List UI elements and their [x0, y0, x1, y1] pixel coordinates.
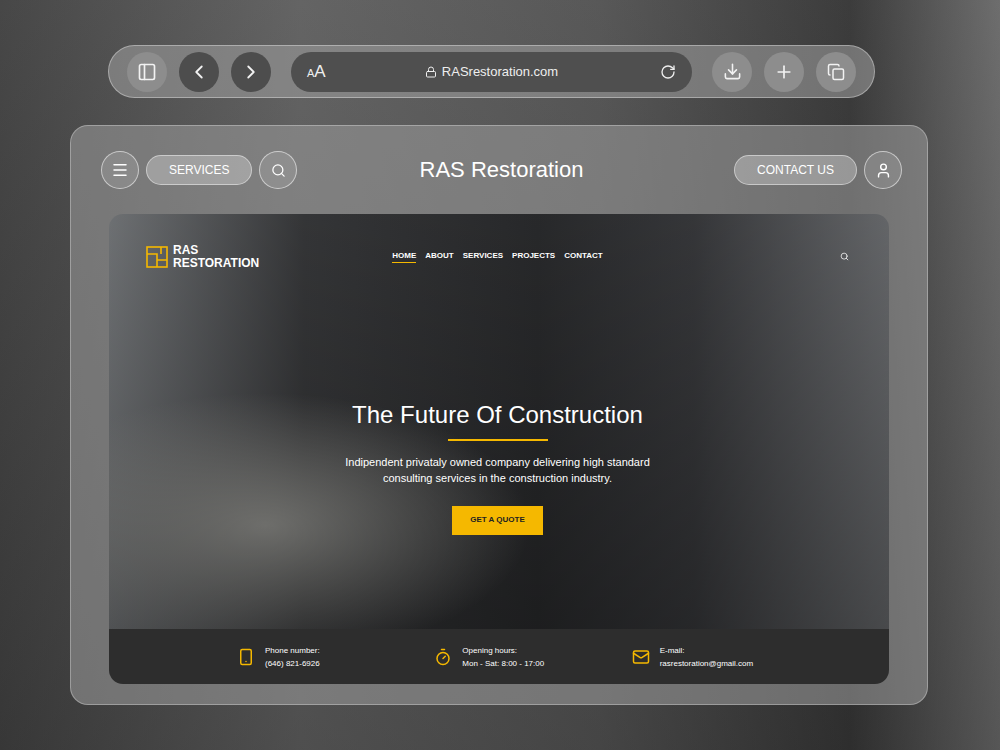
download-button[interactable] [712, 52, 752, 92]
nav-item[interactable]: PROJECTS [512, 251, 555, 263]
site-search-button[interactable] [840, 252, 849, 261]
tabs-button[interactable] [816, 52, 856, 92]
new-tab-button[interactable] [764, 52, 804, 92]
chevron-left-icon [188, 61, 210, 83]
menu-icon [111, 161, 129, 179]
menu-button[interactable] [101, 151, 139, 189]
back-button[interactable] [179, 52, 219, 92]
hero-subtitle: Indipendent privataly owned company deli… [333, 455, 663, 486]
clock-icon [434, 648, 452, 666]
nav-item[interactable]: SERVICES [463, 251, 503, 263]
info-item: E-mail:rasrestoration@gmail.com [632, 646, 829, 668]
lock-icon [425, 66, 437, 78]
search-button[interactable] [259, 151, 297, 189]
sidebar-button[interactable] [127, 52, 167, 92]
nav-item[interactable]: CONTACT [564, 251, 603, 263]
title-underline [448, 439, 548, 441]
site-nav: RASRESTORATIONHOME ABOUT SERVICES PROJECTS C… [146, 244, 849, 269]
info-bar: Phone number:(646) 821-6926Opening hours… [109, 629, 889, 684]
info-item: Opening hours:Mon - Sat: 8:00 - 17:00 [434, 646, 631, 668]
address-bar[interactable]: AARASrestoration.com [291, 52, 692, 92]
logo-icon [146, 246, 168, 268]
nav-item[interactable]: HOME [392, 251, 416, 263]
search-icon [840, 252, 849, 261]
account-button[interactable] [864, 151, 902, 189]
info-item: Phone number:(646) 821-6926 [237, 646, 434, 668]
sidebar-icon [137, 62, 157, 82]
search-icon [271, 163, 286, 178]
quote-button[interactable]: GET A QUOTE [452, 506, 543, 535]
app-panel: SERVICES RAS Restoration CONTACT US RASREST… [70, 125, 928, 705]
text-size-button[interactable]: AA [307, 62, 347, 82]
nav-item[interactable]: ABOUT [425, 251, 453, 263]
tabs-icon [827, 63, 845, 81]
user-icon [875, 162, 892, 179]
mail-icon [632, 648, 650, 666]
website-preview: RASRESTORATIONHOME ABOUT SERVICES PROJECTS C… [109, 214, 889, 684]
hero-title: The Future Of Construction [352, 401, 643, 429]
plus-icon [774, 62, 794, 82]
url: RASrestoration.com [347, 64, 636, 79]
app-title: RAS Restoration [420, 157, 584, 183]
site-logo[interactable]: RASRESTORATION [146, 244, 392, 269]
phone-icon [237, 648, 255, 666]
hero-section: RASRESTORATIONHOME ABOUT SERVICES PROJECTS C… [109, 214, 889, 629]
download-icon [723, 62, 742, 81]
forward-button[interactable] [231, 52, 271, 92]
reload-icon[interactable] [660, 64, 676, 80]
chevron-right-icon [240, 61, 262, 83]
services-button[interactable]: SERVICES [146, 155, 252, 185]
contact-button[interactable]: CONTACT US [734, 155, 857, 185]
background-photo: AARASrestoration.com SERVICES RAS Restorat… [0, 0, 1000, 750]
app-header: SERVICES RAS Restoration CONTACT US [101, 126, 902, 214]
browser-toolbar: AARASrestoration.com [108, 45, 875, 98]
